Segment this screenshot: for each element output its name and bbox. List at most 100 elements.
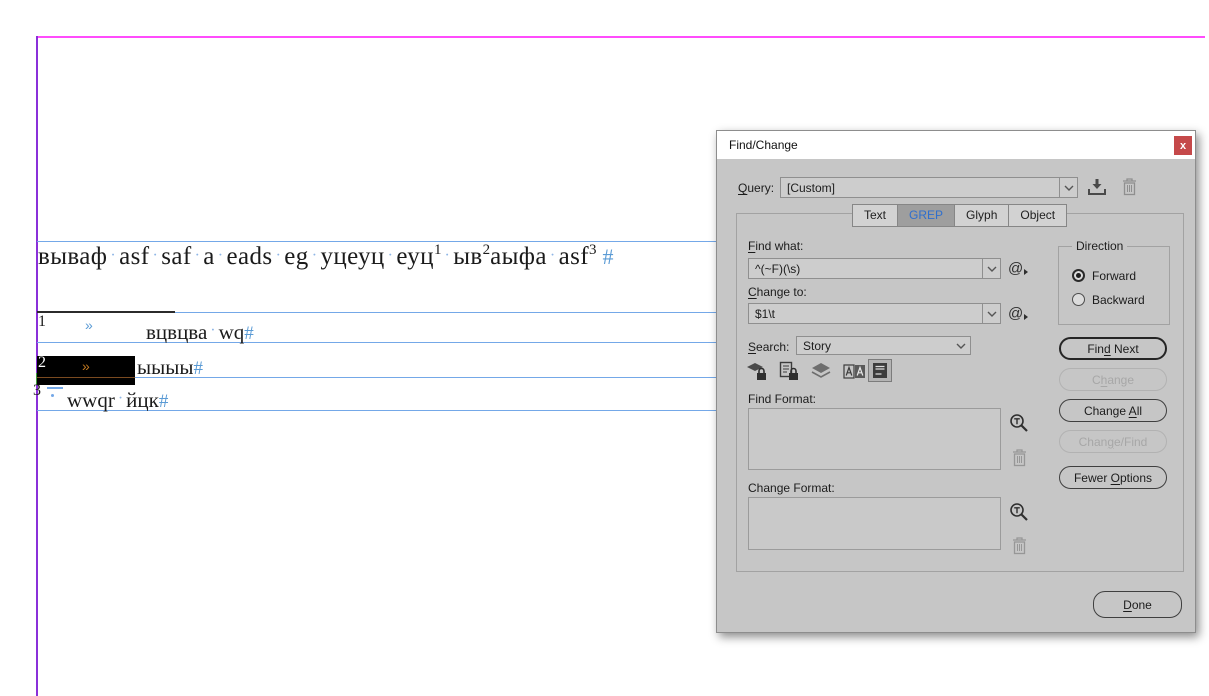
text-frame-edge (37, 241, 718, 242)
flyout-arrow-icon (1024, 269, 1029, 275)
end-of-story-marker: # (244, 323, 254, 344)
word: аыфа (490, 243, 547, 270)
end-of-story-marker: # (193, 358, 203, 379)
mode-tabs: Text GREP Glyph Object (852, 204, 1068, 227)
tab-object[interactable]: Object (1008, 204, 1068, 227)
word: ыв (453, 243, 483, 270)
at-symbol: @ (1008, 260, 1024, 277)
indesign-document-canvas: вываф · asf · saf · a · eads · eg · уцеуц · еуц1 · ыв2аы… (0, 0, 1209, 696)
find-change-dialog: Find/Change x Query: [Custom] Text GREP … (716, 130, 1196, 633)
query-dropdown[interactable]: [Custom] (780, 177, 1078, 198)
footnote-1-text: вцвцва · wq# (146, 320, 254, 345)
find-what-label: Find what: (748, 239, 804, 253)
word: йцк (126, 388, 159, 412)
include-locked-layers-icon[interactable] (745, 360, 769, 382)
specify-change-attributes-icon[interactable] (1008, 501, 1030, 524)
dialog-title: Find/Change (729, 138, 798, 152)
include-locked-stories-icon[interactable] (778, 360, 800, 382)
word: wq (218, 320, 245, 344)
space-marker: · (210, 322, 216, 339)
change-special-characters-menu-icon[interactable]: @ (1008, 306, 1029, 321)
space-marker: · (387, 247, 394, 264)
tab-text[interactable]: Text (852, 204, 899, 227)
tab-grep[interactable]: GREP (897, 204, 956, 227)
find-next-button[interactable]: Find Next (1059, 337, 1167, 360)
word: a (203, 243, 215, 270)
space-marker: · (117, 390, 124, 407)
footnote-reference-1: 1 (433, 242, 442, 258)
footnote-2-text: ыыыы# (137, 355, 203, 380)
find-what-value: ^(~F)(\s) (755, 261, 801, 276)
done-button[interactable]: Done (1093, 591, 1182, 618)
clear-find-format-icon[interactable] (1010, 447, 1028, 467)
space-marker: · (311, 247, 318, 264)
change-format-box[interactable] (748, 497, 1001, 550)
end-of-story-marker: # (158, 391, 169, 412)
save-query-icon[interactable] (1086, 177, 1108, 197)
footnote-1-tab-marker: » (85, 317, 93, 333)
find-special-characters-menu-icon[interactable]: @ (1008, 260, 1029, 277)
footnote-1-number: 1 (38, 313, 46, 330)
word: уцеуц (320, 243, 385, 270)
footnote-3-number: 3 (33, 382, 41, 399)
search-scope-value: Story (803, 338, 832, 353)
selection-baseline-rule (37, 377, 135, 378)
find-format-box[interactable] (748, 408, 1001, 470)
word: еуц (396, 243, 434, 270)
word: asf (558, 243, 589, 270)
word: вываф (38, 243, 108, 270)
include-footnotes-icon[interactable] (868, 359, 892, 382)
body-text-line: вываф · asf · saf · a · eads · eg · уцеуц · еуц1 · ыв2аы… (38, 242, 614, 271)
chevron-down-icon[interactable] (982, 259, 1000, 278)
space-marker: · (549, 247, 556, 264)
footnote-separator-rule (37, 311, 175, 313)
specify-find-attributes-icon[interactable] (1008, 412, 1030, 435)
search-scope-dropdown[interactable]: Story (796, 336, 971, 355)
footnote-3-text: wwqr · йцк# (67, 388, 168, 413)
space-marker: · (152, 247, 159, 264)
word: asf (119, 243, 150, 270)
include-hidden-layers-icon[interactable] (810, 361, 832, 381)
find-format-label: Find Format: (748, 392, 817, 406)
tab-glyph[interactable]: Glyph (954, 204, 1010, 227)
delete-query-icon[interactable] (1120, 176, 1138, 197)
space-marker: · (194, 247, 201, 264)
clear-change-format-icon[interactable] (1010, 535, 1028, 555)
query-label: Query: (738, 181, 775, 195)
close-button[interactable]: x (1174, 136, 1192, 155)
dialog-titlebar[interactable]: Find/Change (717, 131, 1195, 159)
word: eg (284, 243, 309, 270)
fewer-options-button[interactable]: Fewer Options (1059, 466, 1167, 489)
footnote-3-tab-highlight (47, 387, 63, 389)
hidden-character-dot (51, 394, 54, 397)
space-marker: · (444, 247, 451, 264)
chevron-down-icon[interactable] (1059, 178, 1077, 197)
footnote-2-tab-marker: » (82, 358, 90, 374)
change-all-button[interactable]: Change All (1059, 399, 1167, 422)
space-marker: · (110, 247, 117, 264)
radio-forward[interactable] (1072, 269, 1085, 282)
direction-legend: Direction (1072, 239, 1128, 253)
space-marker: · (275, 247, 282, 264)
chevron-down-icon[interactable] (952, 337, 970, 354)
word: eads (226, 243, 273, 270)
flyout-arrow-icon (1024, 314, 1029, 320)
change-to-label: Change to: (748, 285, 807, 299)
change-format-label: Change Format: (748, 481, 835, 495)
space-marker: · (217, 247, 224, 264)
find-what-input[interactable]: ^(~F)(\s) (748, 258, 1001, 279)
radio-forward-label[interactable]: Forward (1092, 269, 1136, 283)
word: вцвцва (146, 320, 208, 344)
footnote-2-number: 2 (38, 354, 46, 371)
chevron-down-icon[interactable] (982, 304, 1000, 323)
change-button: Change (1059, 368, 1167, 391)
change-to-value: $1\t (755, 306, 776, 321)
radio-backward[interactable] (1072, 293, 1085, 306)
change-to-input[interactable]: $1\t (748, 303, 1001, 324)
case-sensitive-icon[interactable] (842, 360, 866, 382)
footnote-reference-3: 3 (589, 242, 597, 258)
direction-group: Direction Forward Backward (1058, 239, 1170, 325)
footnote-reference-2: 2 (482, 242, 491, 258)
radio-backward-label[interactable]: Backward (1092, 293, 1145, 307)
change-find-button: Change/Find (1059, 430, 1167, 453)
